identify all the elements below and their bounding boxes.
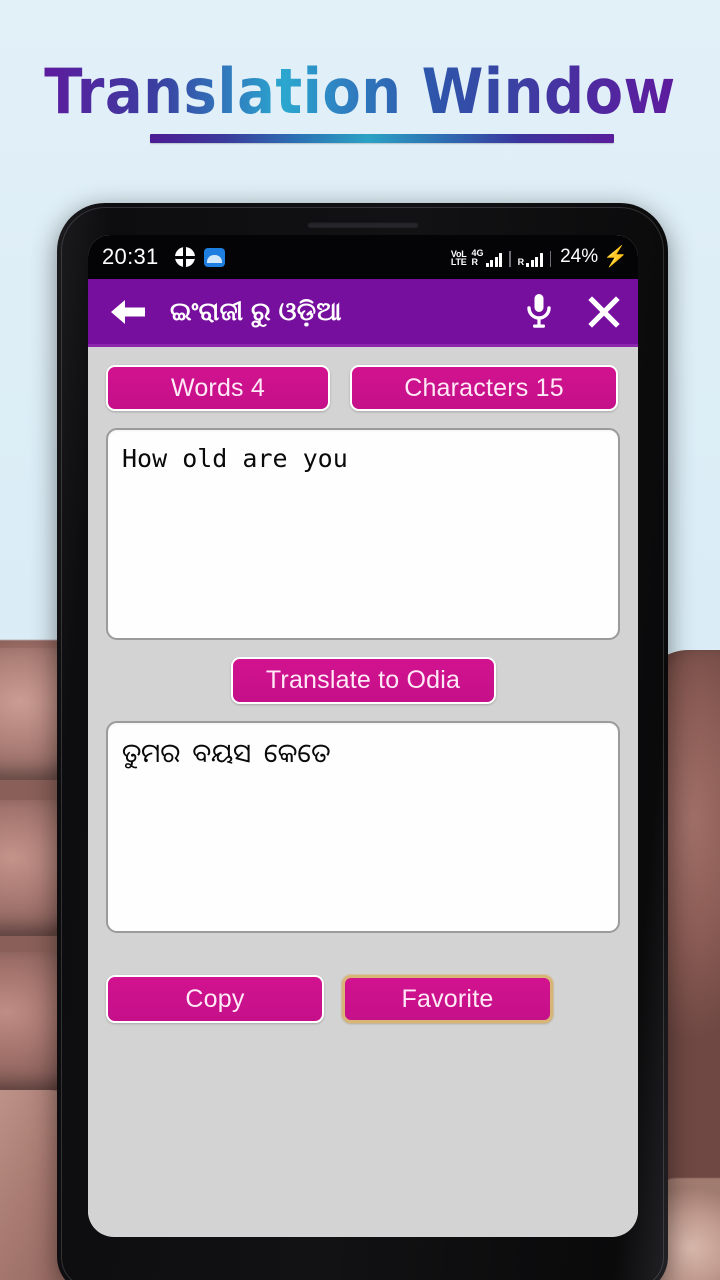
sim1-signal-bars: [485, 252, 503, 267]
copy-button[interactable]: Copy: [106, 975, 324, 1023]
translation-panel: Words 4 Characters 15 How old are you Tr…: [88, 347, 638, 1234]
battery-divider: [549, 251, 552, 267]
sim1-roaming-label: R: [471, 257, 479, 267]
app-bar: ଇଂରାଜୀ ରୁ ଓଡ଼ିଆ: [88, 279, 638, 347]
lightning-bolt-icon: ⚡: [603, 246, 628, 268]
battery-percent-label: 24%: [560, 246, 599, 267]
phone-device-frame: 20:31 VoL LTE 4G R R 24% ⚡ ଇଂରାଜୀ ରୁ ଓଡ଼…: [57, 203, 668, 1280]
sim2-signal-bars: [526, 252, 543, 267]
page-background: Translation Window 20:31 VoL LTE 4G R R …: [0, 0, 720, 1280]
app-bar-title: ଇଂରାଜୀ ରୁ ଓଡ଼ିଆ: [170, 295, 342, 326]
characters-count-button[interactable]: Characters 15: [350, 365, 618, 411]
status-bar: 20:31 VoL LTE 4G R R 24% ⚡: [88, 235, 638, 279]
status-time: 20:31: [102, 244, 159, 269]
sim2-signal-icon: R: [518, 252, 543, 267]
phone-screen: 20:31 VoL LTE 4G R R 24% ⚡ ଇଂରାଜୀ ରୁ ଓଡ଼…: [88, 235, 638, 1237]
sim1-labels: 4G R: [472, 249, 484, 267]
translated-text-output[interactable]: ତୁମର ବୟସ କେତେ: [106, 721, 620, 933]
translate-button[interactable]: Translate to Odia: [230, 657, 496, 704]
counter-row: Words 4 Characters 15: [106, 365, 620, 411]
translate-row: Translate to Odia: [106, 657, 620, 704]
phone-earpiece-slot: [306, 221, 419, 228]
source-text-input[interactable]: How old are you: [106, 428, 620, 640]
words-count-button[interactable]: Words 4: [106, 365, 330, 411]
signal-divider: [509, 251, 511, 267]
page-title-wrap: Translation Window: [0, 58, 720, 127]
status-right-cluster: VoL LTE 4G R R 24% ⚡: [451, 246, 628, 268]
sim2-labels: R: [518, 258, 525, 267]
title-underline-rule: [150, 134, 614, 143]
sim1-signal-icon: 4G R: [472, 249, 503, 267]
page-title: Translation Window: [44, 56, 676, 129]
notification-blue-icon: [203, 247, 225, 267]
action-row: Copy Favorite: [106, 975, 620, 1023]
app-bar-actions: [526, 293, 620, 331]
status-notification-icons: [174, 247, 225, 267]
volte-icon: VoL LTE: [450, 250, 467, 267]
sim2-roaming-label: R: [517, 257, 525, 267]
close-x-icon[interactable]: [588, 295, 620, 328]
favorite-button[interactable]: Favorite: [342, 975, 553, 1023]
arrow-left-icon[interactable]: [108, 296, 148, 328]
notification-quad-icon: [174, 247, 195, 267]
volte-line-2: LTE: [450, 257, 467, 267]
microphone-icon[interactable]: [526, 293, 552, 331]
